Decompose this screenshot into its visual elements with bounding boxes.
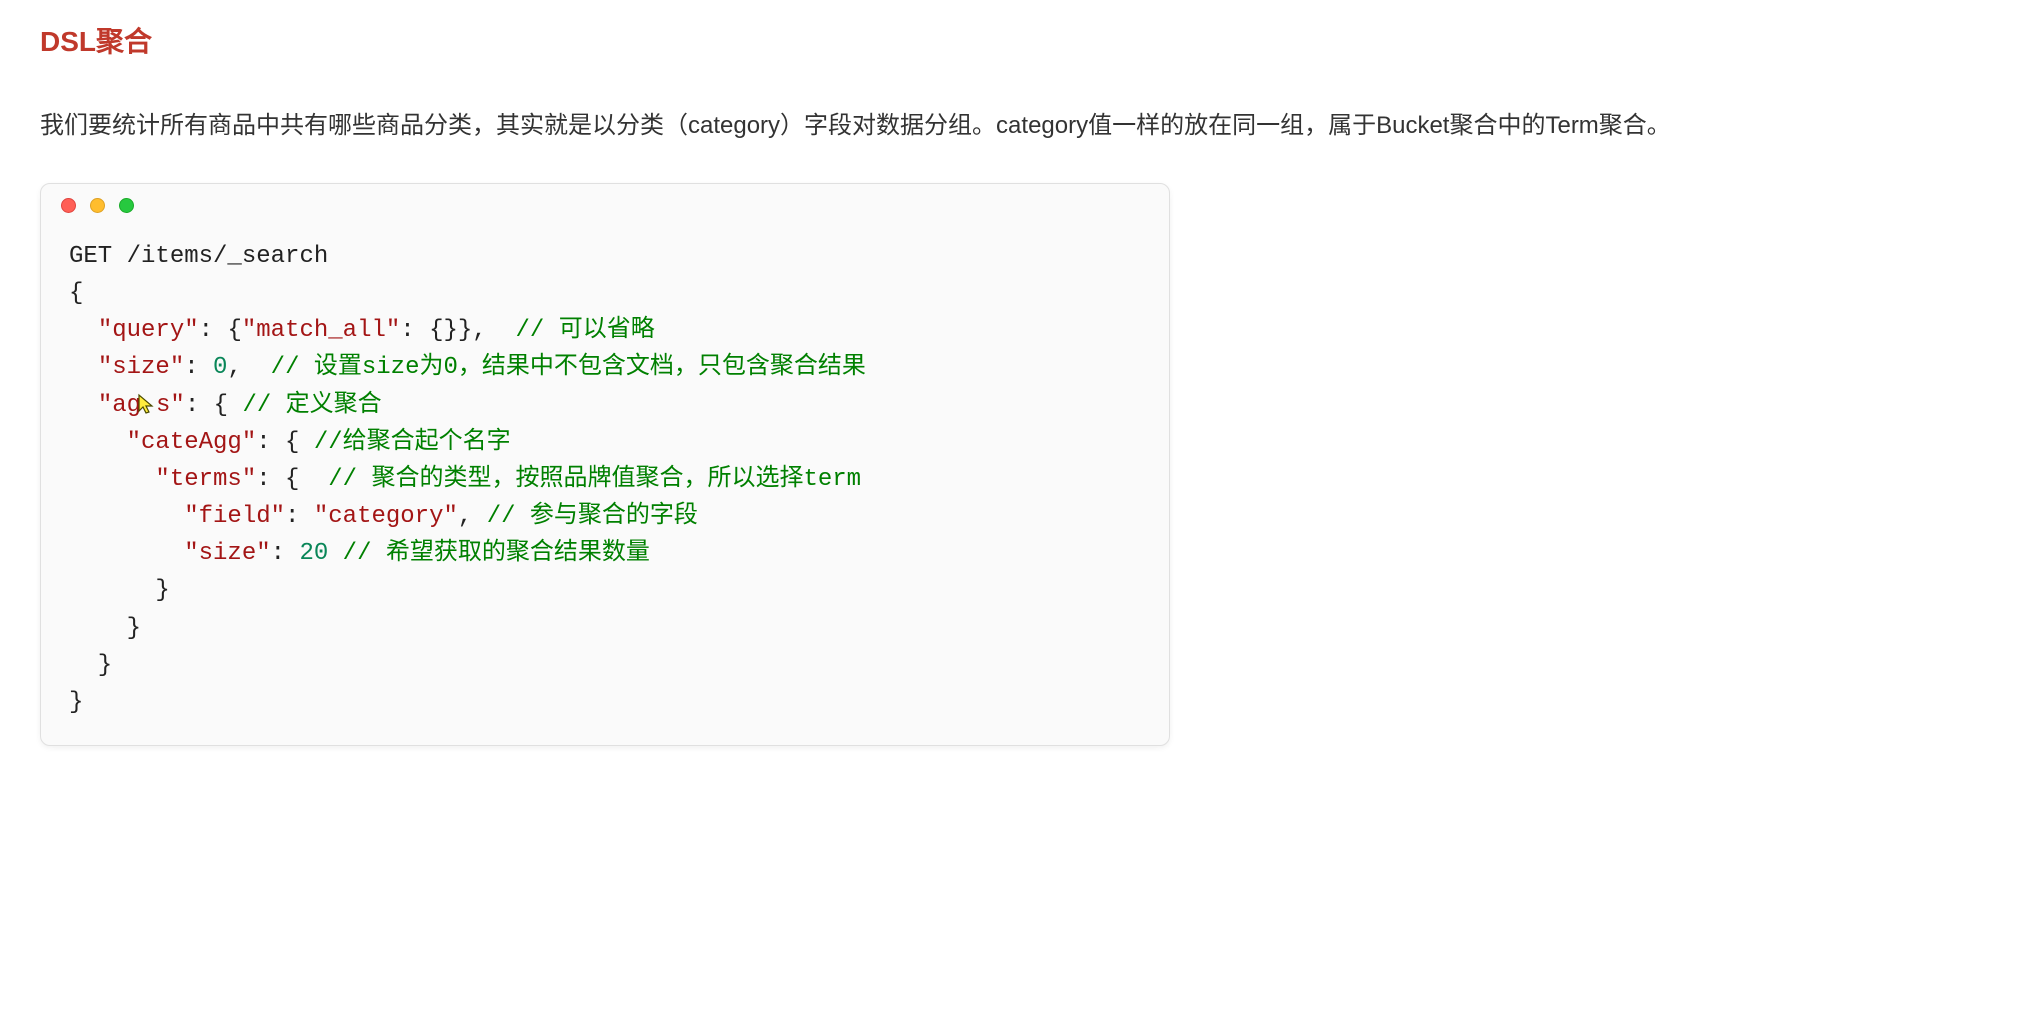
code-text: : { xyxy=(185,392,243,419)
code-key: s" xyxy=(156,392,185,419)
code-comment: // 希望获取的聚合结果数量 xyxy=(343,540,650,567)
code-key: "size" xyxy=(184,540,270,567)
code-text: : { xyxy=(256,466,314,493)
code-window: GET /items/_search { "query": {"match_al… xyxy=(40,183,1170,746)
code-text: : { xyxy=(256,429,314,456)
section-heading: DSL聚合 xyxy=(40,20,2004,60)
code-text: : {}}, xyxy=(400,317,486,344)
code-block: GET /items/_search { "query": {"match_al… xyxy=(41,228,1169,745)
minimize-icon xyxy=(90,198,105,213)
code-comment: // 参与聚合的字段 xyxy=(487,503,698,530)
code-comment: // 定义聚合 xyxy=(242,392,381,419)
code-key: "terms" xyxy=(155,466,256,493)
code-key: "ag xyxy=(98,392,141,419)
maximize-icon xyxy=(119,198,134,213)
code-line: } xyxy=(69,577,170,604)
code-key: "match_all" xyxy=(242,317,400,344)
code-comment: // 聚合的类型，按照品牌值聚合，所以选择term xyxy=(314,466,861,493)
code-line: GET /items/_search xyxy=(69,243,328,270)
code-text: : { xyxy=(199,317,242,344)
code-text: : xyxy=(184,354,213,381)
code-comment: // 可以省略 xyxy=(487,317,655,344)
description-paragraph: 我们要统计所有商品中共有哪些商品分类，其实就是以分类（category）字段对数… xyxy=(40,100,2004,153)
code-string: "category" xyxy=(314,503,458,530)
code-text: : xyxy=(285,503,314,530)
code-line: } xyxy=(69,615,141,642)
code-key: "cateAgg" xyxy=(127,429,257,456)
code-titlebar xyxy=(41,184,1169,228)
code-text xyxy=(328,540,342,567)
code-text: , xyxy=(458,503,487,530)
code-text: : xyxy=(271,540,300,567)
code-text: , xyxy=(227,354,241,381)
code-line: } xyxy=(69,689,83,716)
code-line: { xyxy=(69,280,83,307)
code-line: } xyxy=(69,652,112,679)
code-number: 20 xyxy=(299,540,328,567)
code-comment: //给聚合起个名字 xyxy=(314,429,511,456)
code-comment: // 设置size为0，结果中不包含文档，只包含聚合结果 xyxy=(242,354,866,381)
code-key: "query" xyxy=(98,317,199,344)
close-icon xyxy=(61,198,76,213)
code-number: 0 xyxy=(213,354,227,381)
code-key: "size" xyxy=(98,354,184,381)
code-key: "field" xyxy=(184,503,285,530)
mouse-cursor-icon xyxy=(141,391,156,411)
